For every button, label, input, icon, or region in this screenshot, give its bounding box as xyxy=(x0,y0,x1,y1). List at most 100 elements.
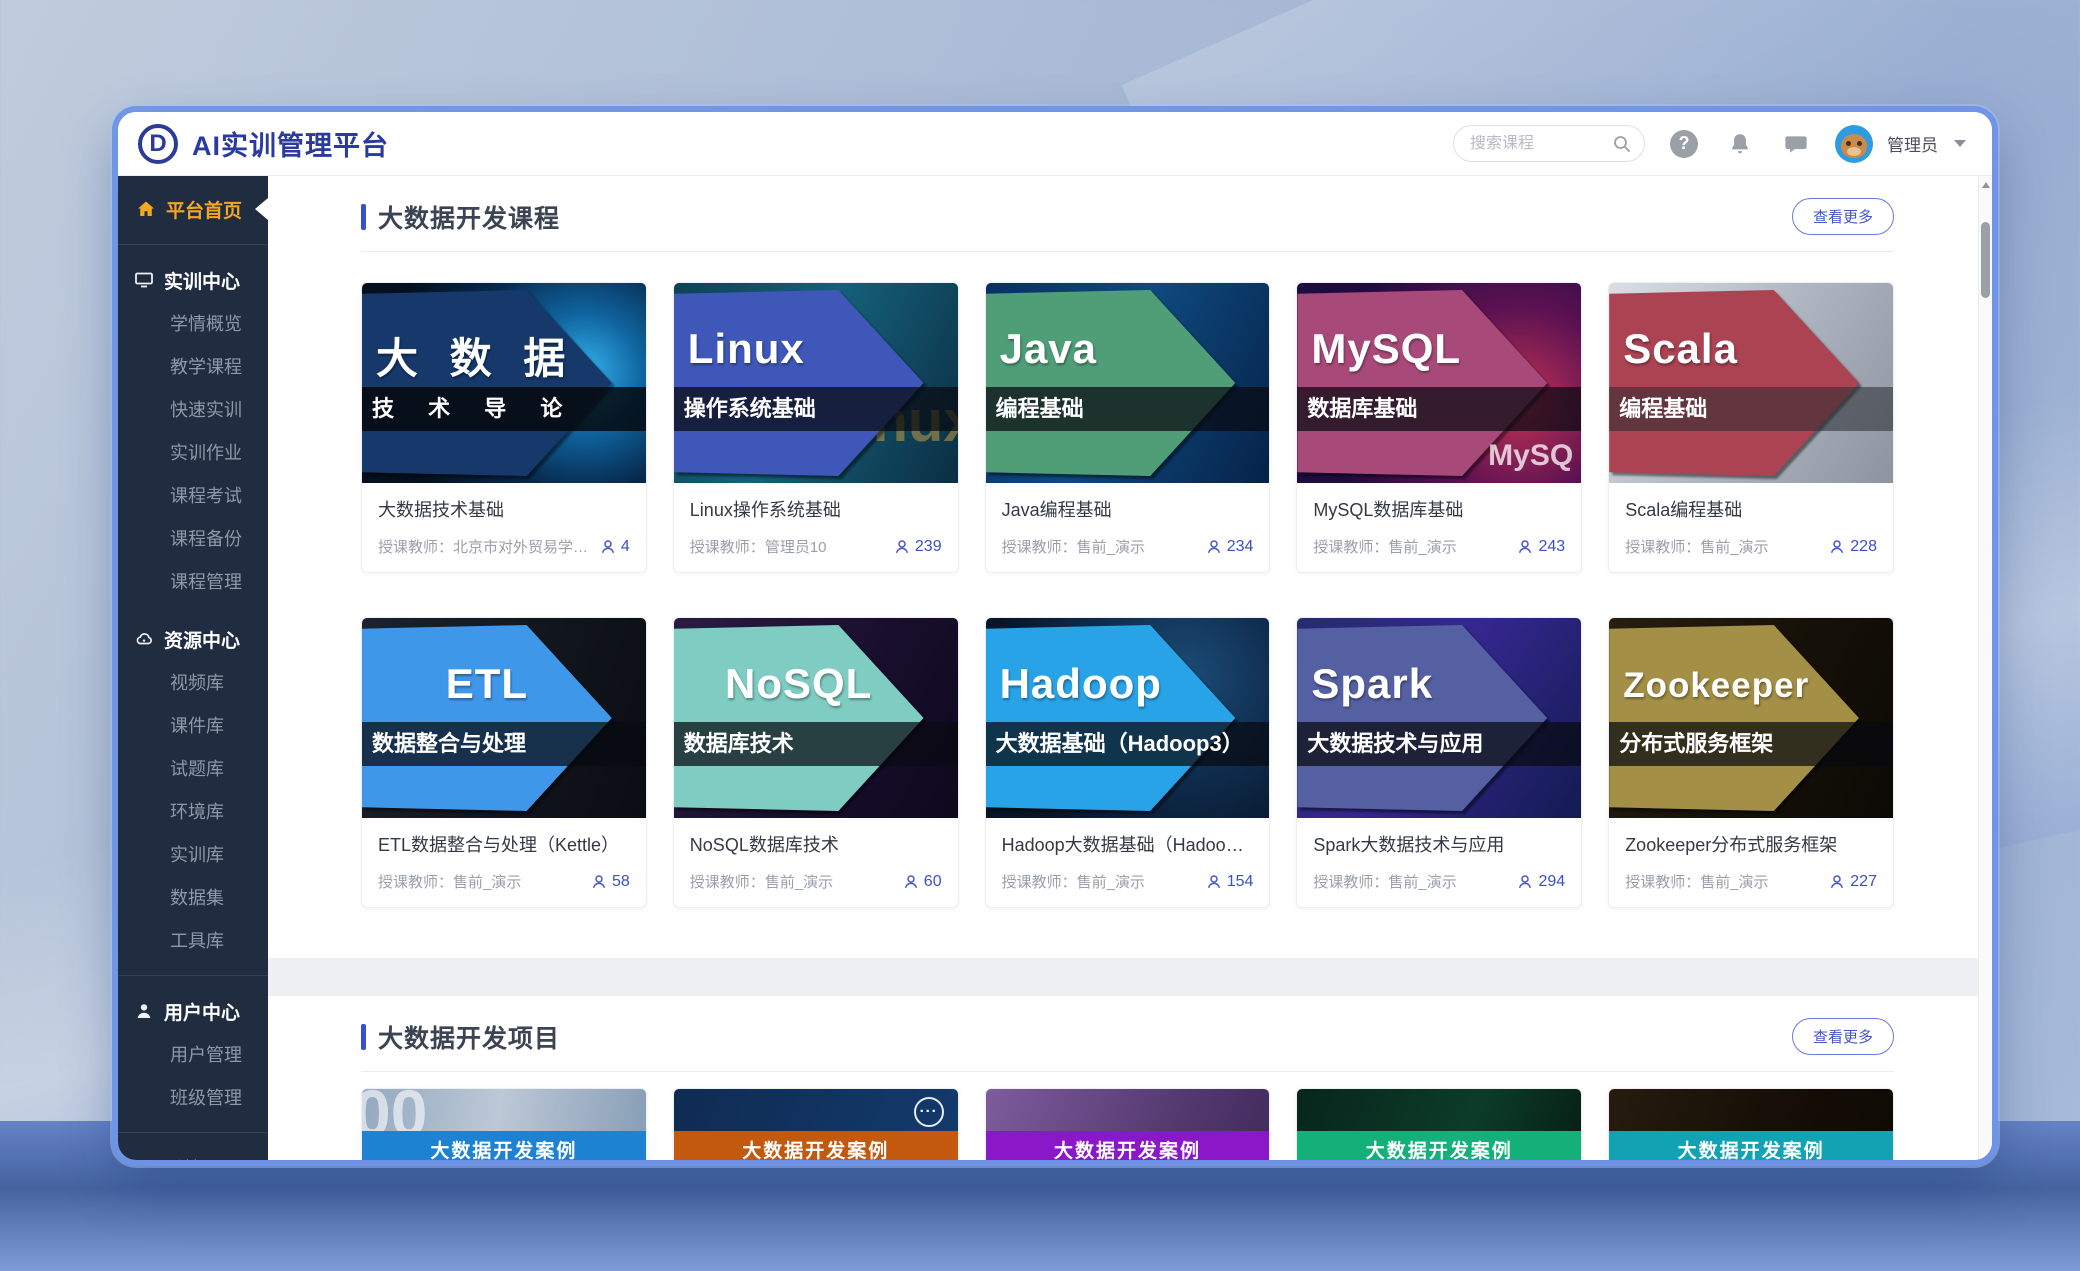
sidebar: 平台首页 实训中心 学情概览 教学课程 快速实训 实训作业 课程考试 课程备份 … xyxy=(118,176,268,1160)
project-cover: 大数据开发案例 xyxy=(1609,1089,1893,1160)
cover-title: Scala xyxy=(1623,325,1738,373)
sidebar-item[interactable]: 课程考试 xyxy=(118,475,268,518)
project-card[interactable]: 00 大数据开发案例 xyxy=(361,1088,647,1160)
student-count: 154 xyxy=(1227,873,1254,891)
course-card[interactable]: Java 编程基础 Java编程基础 授课教师：售前_演示 234 xyxy=(985,282,1271,573)
sidebar-item[interactable]: 课程管理 xyxy=(118,561,268,604)
course-card[interactable]: ETL 数据整合与处理 ETL数据整合与处理（Kettle） 授课教师：售前_演… xyxy=(361,617,647,908)
divider xyxy=(118,244,268,245)
cover-subtitle: 分布式服务框架 xyxy=(1619,722,1773,766)
course-cover: NoSQL 数据库技术 xyxy=(674,618,958,818)
bell-icon[interactable] xyxy=(1723,127,1757,161)
student-count: 234 xyxy=(1227,538,1254,556)
sidebar-item[interactable]: 班级管理 xyxy=(118,1077,268,1120)
student-count: 239 xyxy=(915,538,942,556)
cover-subtitle: 技 术 导 论 xyxy=(372,387,576,431)
cover-arrow-shape xyxy=(1609,625,1893,811)
course-teacher: 授课教师：售前_演示 xyxy=(1002,871,1198,892)
project-banner: 大数据开发案例 xyxy=(1297,1131,1581,1160)
cover-subtitle: 数据库技术 xyxy=(684,722,794,766)
search-input[interactable] xyxy=(1470,135,1612,153)
project-card[interactable]: 大数据开发案例 xyxy=(985,1088,1271,1160)
course-teacher: 授课教师：售前_演示 xyxy=(1625,871,1821,892)
course-card[interactable]: NoSQL 数据库技术 NoSQL数据库技术 授课教师：售前_演示 60 xyxy=(673,617,959,908)
sidebar-item[interactable]: 课件库 xyxy=(118,705,268,748)
sidebar-group-training[interactable]: 实训中心 xyxy=(118,257,268,303)
project-cover: 00 大数据开发案例 xyxy=(362,1089,646,1160)
project-card[interactable]: 大数据开发案例 xyxy=(673,1088,959,1160)
course-card[interactable]: Scala 编程基础 Scala编程基础 授课教师：售前_演示 228 xyxy=(1608,282,1894,573)
student-count: 228 xyxy=(1850,538,1877,556)
course-title: MySQL数据库基础 xyxy=(1313,496,1565,522)
app-window: D AI实训管理平台 管理员 xyxy=(118,112,1992,1160)
course-teacher: 授课教师：售前_演示 xyxy=(690,871,895,892)
course-card[interactable]: MySQL 数据库基础 MySQ MySQL数据库基础 授课教师：售前_演示 2… xyxy=(1296,282,1582,573)
sidebar-item[interactable]: 用户管理 xyxy=(118,1034,268,1077)
project-card[interactable]: 大数据开发案例 xyxy=(1296,1088,1582,1160)
sidebar-item[interactable]: 实训库 xyxy=(118,834,268,877)
sidebar-item[interactable]: 视频库 xyxy=(118,662,268,705)
sidebar-item[interactable]: 课程备份 xyxy=(118,518,268,561)
course-title: Spark大数据技术与应用 xyxy=(1313,831,1565,857)
course-title: NoSQL数据库技术 xyxy=(690,831,942,857)
course-title: Hadoop大数据基础（Hadoop3） xyxy=(1002,831,1254,857)
cover-subtitle: 数据库基础 xyxy=(1307,387,1417,431)
cover-arrow-shape xyxy=(1609,290,1893,476)
sidebar-item[interactable]: 工具库 xyxy=(118,920,268,963)
sidebar-item-label: 平台首页 xyxy=(166,196,242,223)
sidebar-group-users[interactable]: 用户中心 xyxy=(118,988,268,1034)
person-icon xyxy=(903,874,919,890)
section-title: 大数据开发课程 xyxy=(378,199,560,235)
view-more-button[interactable]: 查看更多 xyxy=(1792,1018,1894,1055)
sidebar-item[interactable]: 试题库 xyxy=(118,748,268,791)
section-title: 大数据开发项目 xyxy=(378,1019,560,1055)
cover-subtitle: 编程基础 xyxy=(1619,387,1707,431)
course-card[interactable]: Hadoop 大数据基础（Hadoop3） Hadoop大数据基础（Hadoop… xyxy=(985,617,1271,908)
section-accent-bar xyxy=(361,204,366,230)
home-icon xyxy=(136,199,156,219)
project-banner: 大数据开发案例 xyxy=(986,1131,1270,1160)
person-icon xyxy=(1206,874,1222,890)
scrollbar-thumb[interactable] xyxy=(1981,222,1990,298)
view-more-button[interactable]: 查看更多 xyxy=(1792,198,1894,235)
message-icon[interactable] xyxy=(1779,127,1813,161)
search-box[interactable] xyxy=(1453,125,1645,162)
sidebar-item[interactable]: 环境库 xyxy=(118,791,268,834)
person-icon xyxy=(1829,874,1845,890)
cover-subtitle: 操作系统基础 xyxy=(684,387,816,431)
sidebar-item[interactable]: 快速实训 xyxy=(118,389,268,432)
cover-arrow-shape xyxy=(986,290,1270,476)
sidebar-group-settings[interactable]: 系统设置 xyxy=(118,1145,268,1160)
cover-title: ETL xyxy=(362,660,612,708)
course-cover: ETL 数据整合与处理 xyxy=(362,618,646,818)
person-icon xyxy=(1829,539,1845,555)
sidebar-item-home[interactable]: 平台首页 xyxy=(118,186,268,232)
sidebar-item[interactable]: 教学课程 xyxy=(118,346,268,389)
user-name[interactable]: 管理员 xyxy=(1887,131,1938,156)
sidebar-group-resources[interactable]: 资源中心 xyxy=(118,616,268,662)
course-title: Java编程基础 xyxy=(1002,496,1254,522)
user-avatar[interactable] xyxy=(1835,125,1873,163)
person-icon xyxy=(591,874,607,890)
chevron-down-icon[interactable] xyxy=(1954,140,1966,147)
divider xyxy=(118,1132,268,1133)
sidebar-item[interactable]: 数据集 xyxy=(118,877,268,920)
course-card[interactable]: Linux Linux 操作系统基础 Linux操作系统基础 授课教师：管理员1… xyxy=(673,282,959,573)
cover-title: NoSQL xyxy=(674,660,924,708)
scroll-up-arrow[interactable] xyxy=(1982,182,1990,188)
sidebar-item[interactable]: 实训作业 xyxy=(118,432,268,475)
project-banner: 大数据开发案例 xyxy=(674,1131,958,1160)
help-icon[interactable] xyxy=(1667,127,1701,161)
course-card[interactable]: Zookeeper 分布式服务框架 Zookeeper分布式服务框架 授课教师：… xyxy=(1608,617,1894,908)
search-icon[interactable] xyxy=(1612,134,1632,154)
scrollbar[interactable] xyxy=(1978,176,1992,1160)
course-card[interactable]: Spark 大数据技术与应用 Spark大数据技术与应用 授课教师：售前_演示 … xyxy=(1296,617,1582,908)
section-courses: 大数据开发课程 查看更多 大 数 据 技 术 导 论 xyxy=(268,176,1978,958)
course-card[interactable]: 大 数 据 技 术 导 论 大数据技术基础 授课教师：北京市对外贸易学校教...… xyxy=(361,282,647,573)
gear-icon xyxy=(134,1158,154,1160)
sidebar-item[interactable]: 学情概览 xyxy=(118,303,268,346)
cover-title: Linux xyxy=(688,325,805,373)
sidebar-group-label: 资源中心 xyxy=(164,626,240,653)
course-cover: Spark 大数据技术与应用 xyxy=(1297,618,1581,818)
project-card[interactable]: 大数据开发案例 xyxy=(1608,1088,1894,1160)
